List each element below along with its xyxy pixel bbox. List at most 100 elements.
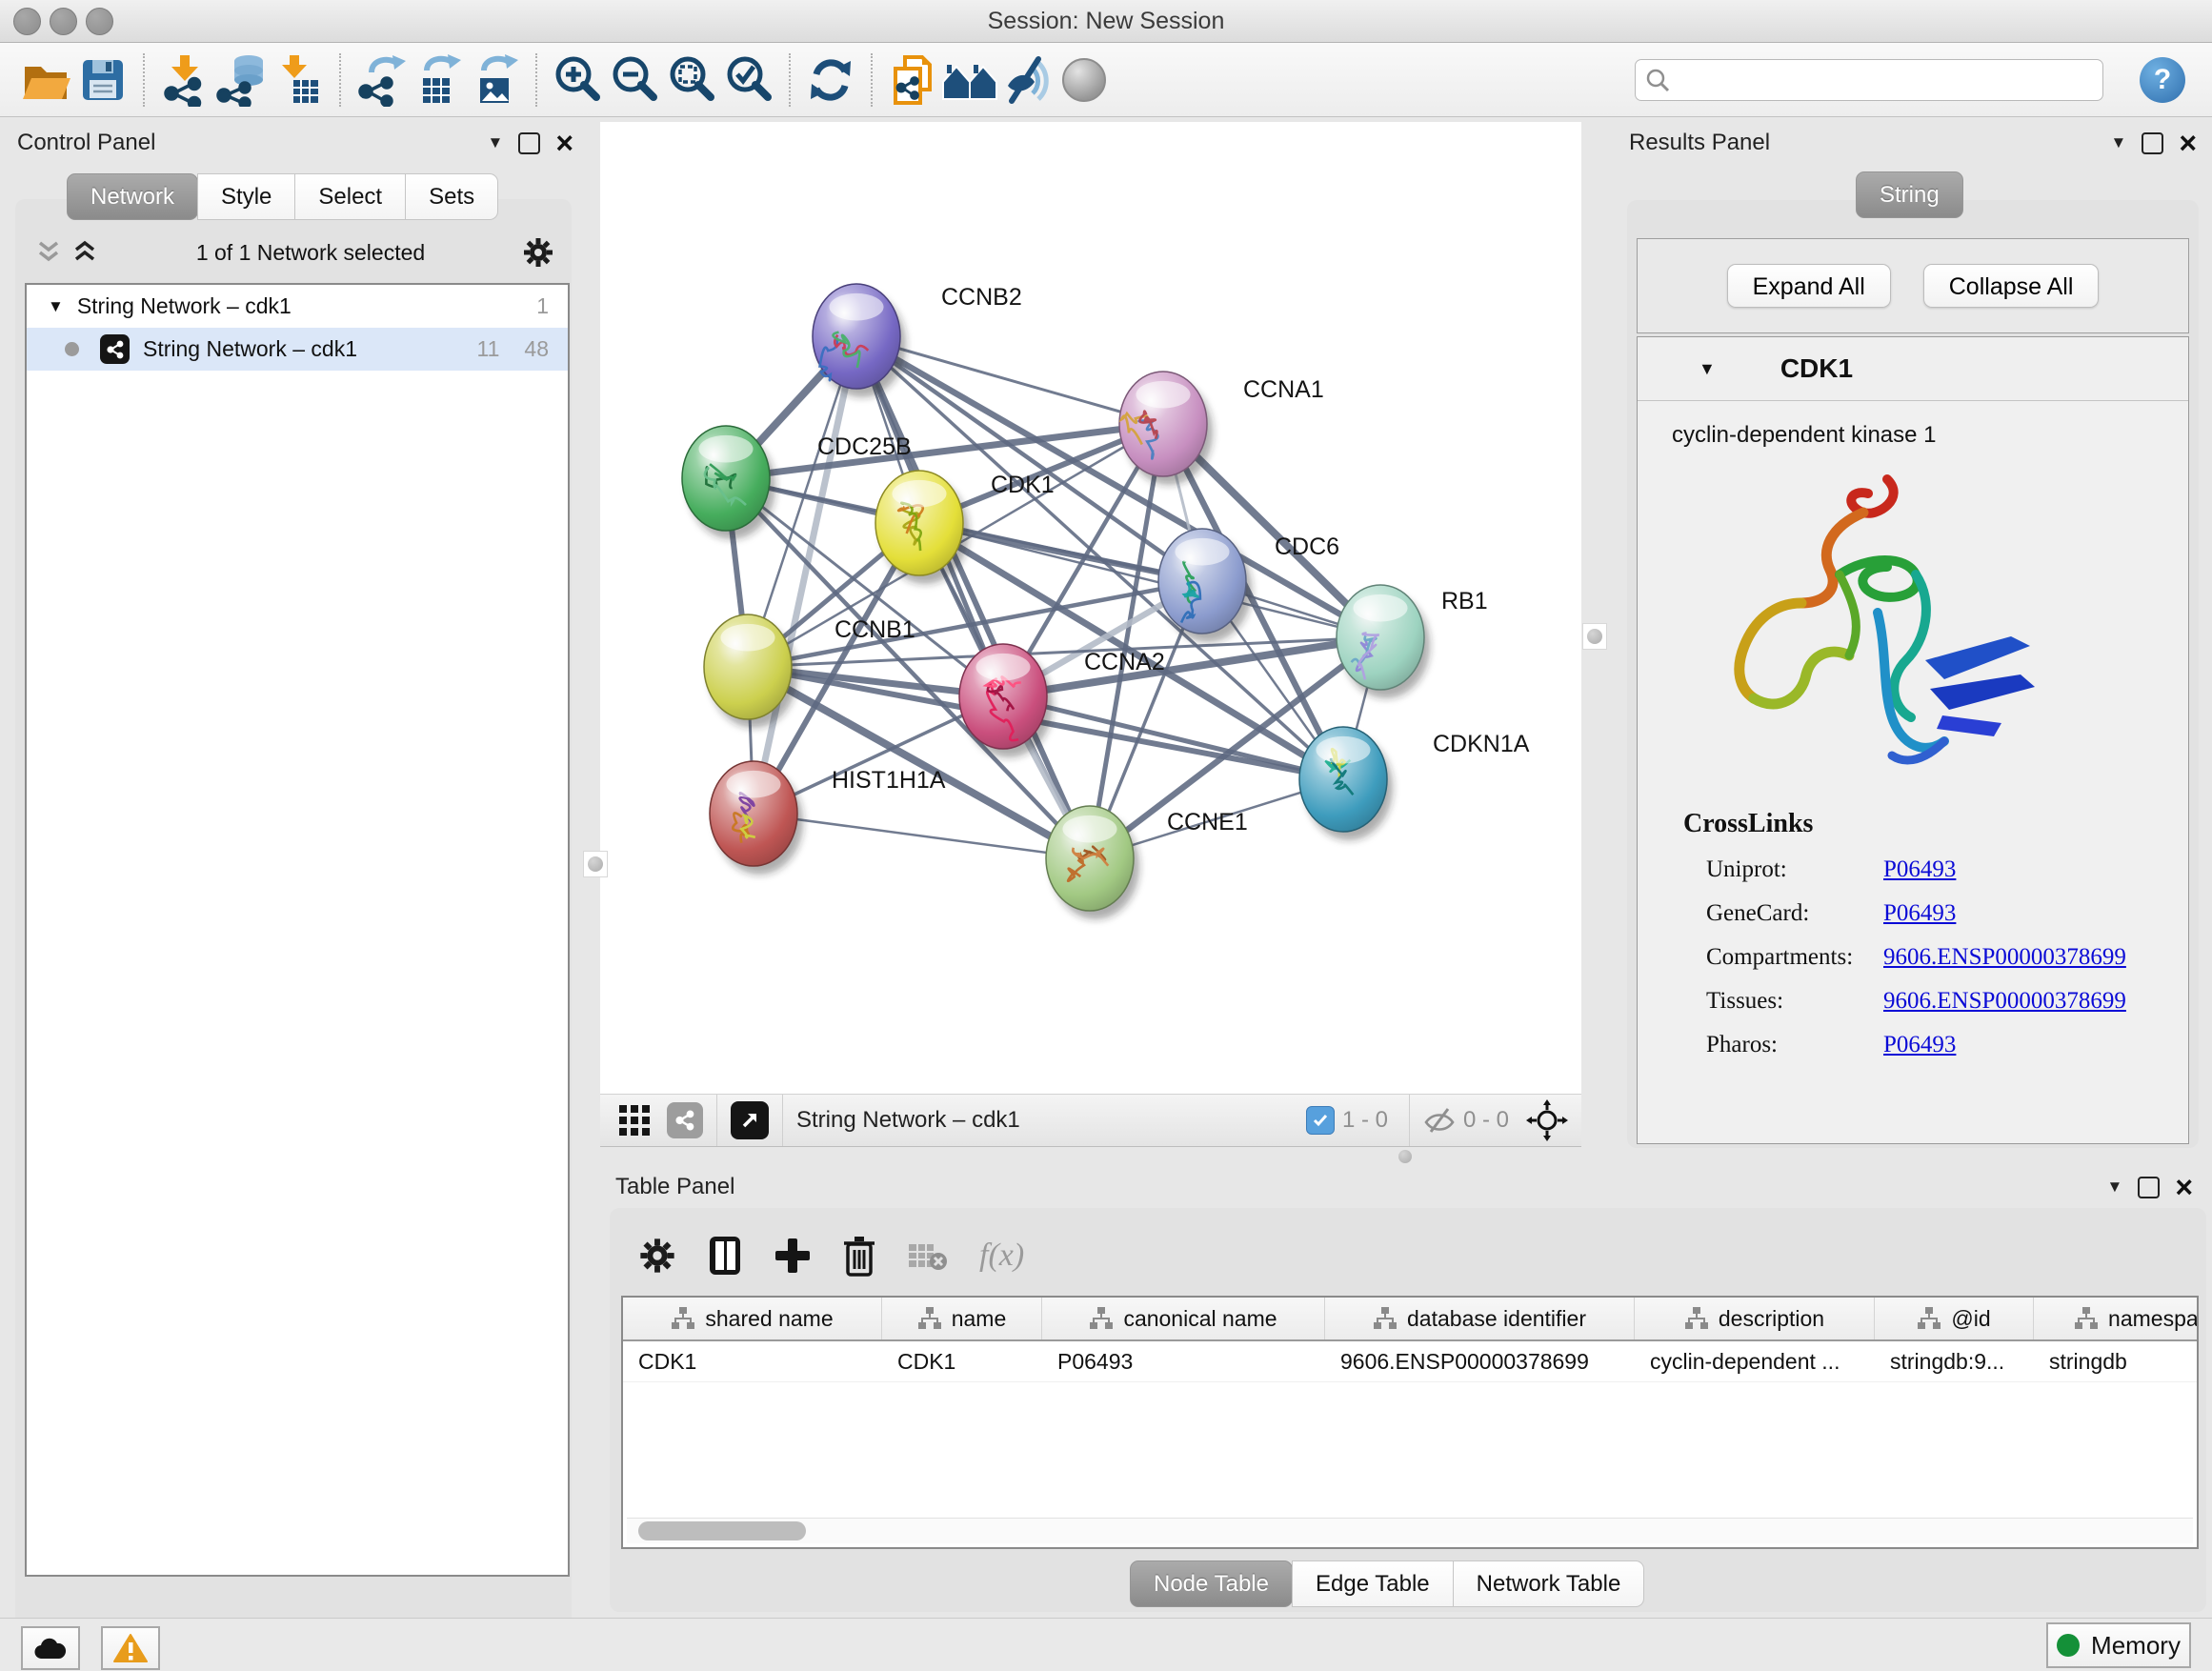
network-canvas[interactable]: CCNB2CCNA1CDC25BCDK1CDC6RB1CCNB1CCNA2CDK… xyxy=(600,122,1581,1094)
fit-content-icon[interactable] xyxy=(1526,1099,1568,1141)
tab-network-table[interactable]: Network Table xyxy=(1453,1560,1645,1607)
network-node-CCNB2[interactable] xyxy=(813,284,906,397)
table-cell[interactable]: stringdb xyxy=(2034,1341,2199,1381)
delete-column-trash-icon[interactable] xyxy=(842,1235,876,1277)
open-in-window-icon[interactable] xyxy=(731,1101,769,1139)
hide-graphics-details-button[interactable] xyxy=(998,51,1056,109)
export-image-button[interactable] xyxy=(467,51,524,109)
column-header-database-identifier[interactable]: database identifier xyxy=(1325,1298,1635,1339)
network-tree-root-row[interactable]: ▼ String Network – cdk1 1 xyxy=(27,285,568,328)
table-horizontal-scrollbar[interactable] xyxy=(627,1518,2193,1543)
open-session-button[interactable] xyxy=(17,51,74,109)
column-header-description[interactable]: description xyxy=(1635,1298,1875,1339)
zoom-selected-button[interactable] xyxy=(720,51,777,109)
show-columns-icon[interactable] xyxy=(707,1235,743,1277)
cdk1-section-header[interactable]: ▼ CDK1 xyxy=(1638,337,2188,401)
scrollbar-thumb[interactable] xyxy=(638,1521,806,1540)
network-node-CCNB1[interactable] xyxy=(704,614,797,728)
tab-select[interactable]: Select xyxy=(294,173,406,220)
help-button[interactable]: ? xyxy=(2140,57,2185,103)
panel-float-icon[interactable] xyxy=(2138,1177,2160,1198)
network-share-view-icon[interactable] xyxy=(667,1102,703,1138)
collapse-all-button[interactable]: Collapse All xyxy=(1923,264,2100,308)
export-table-button[interactable] xyxy=(410,51,467,109)
add-column-plus-icon[interactable] xyxy=(774,1237,812,1275)
cdk1-section: ▼ CDK1 cyclin-dependent kinase 1 xyxy=(1637,336,2189,1144)
crosslink-link[interactable]: P06493 xyxy=(1883,1032,1956,1058)
table-settings-gear-icon[interactable] xyxy=(638,1237,676,1275)
table-cell[interactable]: CDK1 xyxy=(623,1341,882,1381)
table-cell[interactable]: P06493 xyxy=(1042,1341,1325,1381)
right-splitter-handle[interactable] xyxy=(1582,623,1607,650)
network-edge[interactable] xyxy=(754,814,1090,858)
column-header-name[interactable]: name xyxy=(882,1298,1042,1339)
network-node-CCNA1[interactable] xyxy=(1119,372,1213,485)
save-session-button[interactable] xyxy=(74,51,131,109)
panel-close-icon[interactable]: × xyxy=(555,133,573,152)
panel-menu-caret-icon[interactable]: ▼ xyxy=(2106,1178,2122,1197)
panel-float-icon[interactable] xyxy=(518,132,540,154)
column-header-namespace[interactable]: namespace xyxy=(2034,1298,2199,1339)
panel-close-icon[interactable]: × xyxy=(2179,133,2197,152)
left-splitter-handle[interactable] xyxy=(583,851,608,877)
refresh-button[interactable] xyxy=(802,51,859,109)
panel-close-icon[interactable]: × xyxy=(2175,1178,2193,1197)
crosslink-link[interactable]: P06493 xyxy=(1883,900,1956,927)
tab-sets[interactable]: Sets xyxy=(405,173,498,220)
network-node-CDK1[interactable] xyxy=(875,471,969,584)
export-network-button[interactable] xyxy=(352,51,410,109)
tab-network[interactable]: Network xyxy=(67,173,198,220)
network-node-CCNE1[interactable] xyxy=(1046,806,1139,919)
expand-all-icon[interactable] xyxy=(70,239,99,266)
crosslink-row: Tissues:9606.ENSP00000378699 xyxy=(1706,988,2188,1015)
network-node-RB1[interactable] xyxy=(1337,585,1430,698)
table-cell[interactable]: stringdb:9... xyxy=(1875,1341,2034,1381)
grid-view-icon[interactable] xyxy=(617,1103,652,1137)
tab-edge-table[interactable]: Edge Table xyxy=(1292,1560,1454,1607)
bottom-splitter-handle[interactable] xyxy=(1393,1151,1418,1162)
network-node-CCNA2[interactable] xyxy=(959,644,1053,757)
show-graphics-details-button[interactable] xyxy=(1056,51,1113,109)
panel-float-icon[interactable] xyxy=(2142,132,2163,154)
clone-network-button[interactable] xyxy=(884,51,941,109)
crosslink-link[interactable]: 9606.ENSP00000378699 xyxy=(1883,988,2126,1015)
section-collapse-icon[interactable]: ▼ xyxy=(1699,359,1716,379)
memory-button[interactable]: Memory xyxy=(2046,1622,2191,1668)
crosslink-link[interactable]: P06493 xyxy=(1883,856,1956,883)
tab-node-table[interactable]: Node Table xyxy=(1130,1560,1293,1607)
warning-status-button[interactable] xyxy=(101,1626,160,1670)
tab-style[interactable]: Style xyxy=(197,173,295,220)
panel-menu-caret-icon[interactable]: ▼ xyxy=(2110,133,2126,152)
import-network-from-database-button[interactable] xyxy=(213,51,271,109)
tab-string[interactable]: String xyxy=(1856,171,1963,218)
network-tree-child-row[interactable]: String Network – cdk1 11 48 xyxy=(27,328,568,371)
column-header-shared-name[interactable]: shared name xyxy=(623,1298,882,1339)
column-header-@id[interactable]: @id xyxy=(1875,1298,2034,1339)
table-cell[interactable]: CDK1 xyxy=(882,1341,1042,1381)
homes-button[interactable] xyxy=(941,51,998,109)
control-panel: Control Panel ▼ × NetworkStyleSelectSets… xyxy=(0,118,591,1614)
column-header-canonical-name[interactable]: canonical name xyxy=(1042,1298,1325,1339)
gear-icon[interactable] xyxy=(522,236,554,269)
collapse-all-icon[interactable] xyxy=(34,239,63,266)
network-node-CDKN1A[interactable] xyxy=(1299,727,1393,840)
network-node-HIST1H1A[interactable] xyxy=(710,761,803,875)
import-network-button[interactable] xyxy=(156,51,213,109)
zoom-out-button[interactable] xyxy=(606,51,663,109)
import-table-button[interactable] xyxy=(271,51,328,109)
search-input[interactable] xyxy=(1678,66,2093,93)
tree-collapse-icon[interactable]: ▼ xyxy=(48,297,64,316)
zoom-fit-button[interactable] xyxy=(663,51,720,109)
cloud-status-button[interactable] xyxy=(21,1626,80,1670)
table-row[interactable]: CDK1CDK1P064939606.ENSP00000378699cyclin… xyxy=(623,1341,2197,1382)
expand-all-button[interactable]: Expand All xyxy=(1727,264,1891,308)
crosslink-link[interactable]: 9606.ENSP00000378699 xyxy=(1883,944,2126,971)
selected-nodes-checkbox-icon[interactable] xyxy=(1306,1106,1335,1135)
zoom-in-button[interactable] xyxy=(549,51,606,109)
table-cell[interactable]: cyclin-dependent ... xyxy=(1635,1341,1875,1381)
panel-menu-caret-icon[interactable]: ▼ xyxy=(487,133,503,152)
title-bar: Session: New Session xyxy=(0,0,2212,43)
table-cell[interactable]: 9606.ENSP00000378699 xyxy=(1325,1341,1635,1381)
network-edge[interactable] xyxy=(754,336,856,814)
node-label-CDKN1A: CDKN1A xyxy=(1433,731,1530,757)
